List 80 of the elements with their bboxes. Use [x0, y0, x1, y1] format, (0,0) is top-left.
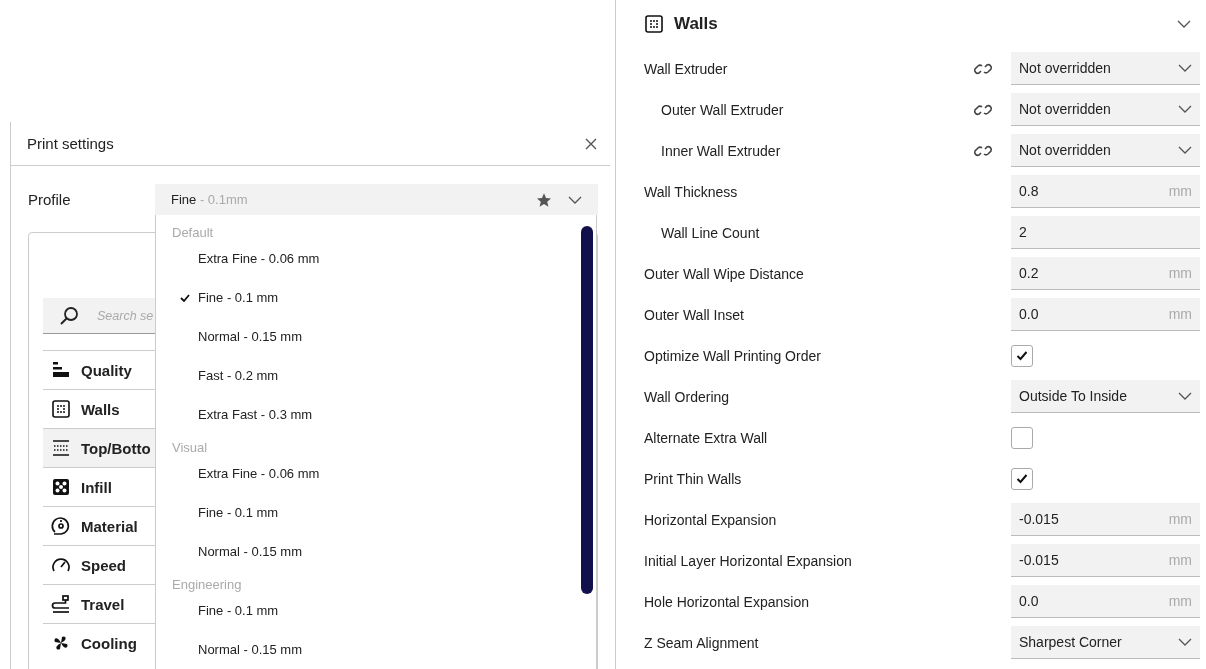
profile-label: Profile: [28, 191, 72, 208]
menu-item[interactable]: Normal - 0.15 mm: [172, 630, 596, 669]
menu-item-label: Fine - 0.1 mm: [198, 603, 279, 618]
menu-item[interactable]: Fine - 0.1 mm: [172, 493, 596, 532]
menu-group-header: Visual: [172, 439, 209, 457]
number-field[interactable]: 0.2 mm: [1011, 257, 1200, 290]
menu-item-label: Extra Fast - 0.3 mm: [198, 407, 313, 422]
star-icon[interactable]: [536, 191, 552, 208]
check-icon: [1016, 350, 1028, 361]
menu-item-label: Fine - 0.1 mm: [198, 290, 279, 305]
chevron-down-icon: [1178, 392, 1192, 400]
checkbox[interactable]: [1011, 426, 1033, 449]
checker-icon: [51, 477, 71, 497]
chevron-down-icon: [1178, 146, 1192, 154]
setting-dropdown[interactable]: Not overridden: [1011, 52, 1200, 85]
setting-label: Outer Wall Wipe Distance: [644, 265, 805, 282]
setting-label: Z Seam Alignment: [644, 634, 760, 651]
menu-item-label: Normal - 0.15 mm: [198, 642, 303, 657]
setting-label: Initial Layer Horizontal Expansion: [644, 552, 853, 569]
spool-icon: [51, 516, 71, 536]
menu-item-label: Normal - 0.15 mm: [198, 544, 303, 559]
dotted-lines-icon: [51, 438, 71, 458]
setting-label: Hole Horizontal Expansion: [644, 593, 810, 610]
quality-icon: [51, 360, 71, 380]
setting-dropdown[interactable]: Not overridden: [1011, 134, 1200, 167]
section-title: Walls: [674, 14, 719, 34]
setting-label: Wall Extruder: [644, 60, 729, 77]
menu-item-label: Extra Fine - 0.06 mm: [198, 466, 320, 481]
profile-dropdown[interactable]: Fine - 0.1mm: [155, 184, 598, 215]
search-icon: [59, 306, 79, 326]
setting-label: Wall Line Count: [660, 224, 761, 241]
grid-icon: [644, 14, 664, 34]
category-item[interactable]: Infill: [43, 467, 155, 506]
menu-item-label: Fine - 0.1 mm: [198, 505, 279, 520]
setting-dropdown[interactable]: Not overridden: [1011, 93, 1200, 126]
menu-group-header: Default: [172, 224, 215, 242]
dialog-title: Print settings: [27, 135, 114, 152]
grid-icon: [51, 399, 71, 419]
menu-item-label: Normal - 0.15 mm: [198, 329, 303, 344]
menu-item[interactable]: Normal - 0.15 mm: [172, 317, 596, 356]
number-field[interactable]: 0.0 mm: [1011, 298, 1200, 331]
chevron-down-icon: [1178, 105, 1192, 113]
setting-label: Inner Wall Extruder: [660, 142, 782, 159]
check-icon: [1016, 473, 1028, 484]
setting-dropdown[interactable]: Outside To Inside: [1011, 380, 1200, 413]
setting-label: Wall Ordering: [644, 388, 731, 405]
setting-label: Alternate Extra Wall: [644, 429, 769, 446]
scrollbar[interactable]: [581, 226, 593, 594]
menu-item[interactable]: Extra Fine - 0.06 mm: [172, 454, 596, 493]
chevron-down-icon: [1178, 64, 1192, 72]
chevron-down-icon: [1178, 638, 1192, 646]
menu-item[interactable]: Fine - 0.1 mm: [172, 591, 596, 630]
menu-item[interactable]: Fast - 0.2 mm: [172, 356, 596, 395]
menu-item-label: Extra Fine - 0.06 mm: [198, 251, 320, 266]
number-field[interactable]: -0.015 mm: [1011, 544, 1200, 577]
search-field[interactable]: Search se: [43, 298, 155, 334]
menu-item[interactable]: Fine - 0.1 mm: [172, 278, 596, 317]
menu-item[interactable]: Extra Fine - 0.06 mm: [172, 239, 596, 278]
chevron-down-icon[interactable]: [568, 195, 582, 204]
number-field[interactable]: 0.8 mm: [1011, 175, 1200, 208]
number-field[interactable]: 0.0 mm: [1011, 585, 1200, 618]
setting-label: Wall Thickness: [644, 183, 739, 200]
menu-item[interactable]: Normal - 0.15 mm: [172, 532, 596, 571]
category-item[interactable]: Top/Botto: [43, 428, 155, 467]
setting-dropdown[interactable]: Sharpest Corner: [1011, 626, 1200, 659]
setting-label: Outer Wall Extruder: [660, 101, 785, 118]
setting-label: Optimize Wall Printing Order: [644, 347, 822, 364]
checkbox[interactable]: [1011, 344, 1033, 367]
setting-label: Print Thin Walls: [644, 470, 743, 487]
menu-group-header: Engineering: [172, 576, 243, 594]
menu-item[interactable]: Extra Fast - 0.3 mm: [172, 395, 596, 434]
setting-label: Horizontal Expansion: [644, 511, 778, 528]
number-field[interactable]: -0.015 mm: [1011, 503, 1200, 536]
travel-icon: [51, 594, 71, 614]
close-icon[interactable]: [585, 137, 597, 150]
setting-label: Outer Wall Inset: [644, 306, 745, 323]
chevron-down-icon[interactable]: [1177, 20, 1191, 28]
menu-item-label: Fast - 0.2 mm: [198, 368, 279, 383]
number-field[interactable]: 2: [1011, 216, 1200, 249]
checkbox[interactable]: [1011, 467, 1033, 490]
